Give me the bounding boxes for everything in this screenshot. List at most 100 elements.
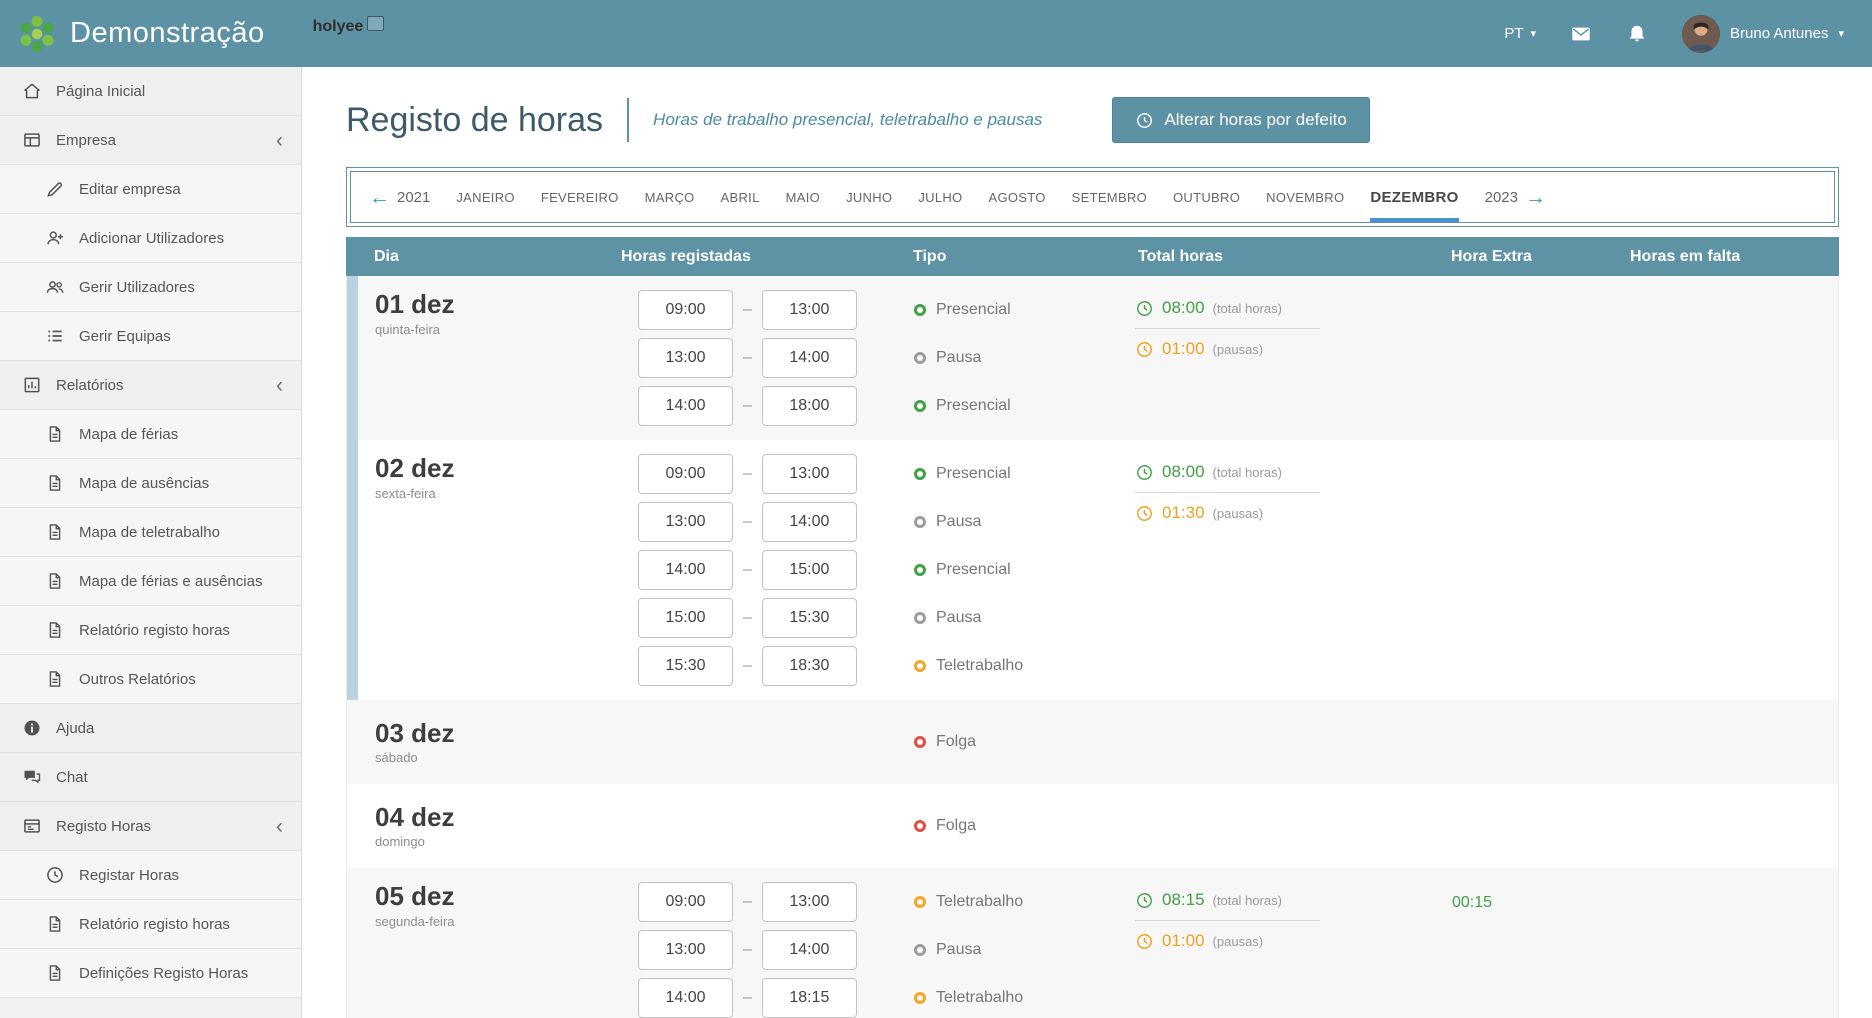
end-time-input[interactable]: [762, 646, 857, 686]
month-tab-dezembro[interactable]: DEZEMBRO: [1370, 172, 1458, 222]
sidebar-item-relatorio-registo-horas[interactable]: Relatório registo horas: [0, 606, 301, 655]
end-time-input[interactable]: [762, 386, 857, 426]
sidebar-item-chat[interactable]: Chat: [0, 753, 301, 802]
sidebar-item-mapa-de-teletrabalho[interactable]: Mapa de teletrabalho: [0, 508, 301, 557]
home-icon: [22, 81, 42, 101]
overtime-cell: 00:15: [1422, 882, 1627, 1018]
sidebar-item-relatorio-registo-horas[interactable]: Relatório registo horas: [0, 900, 301, 949]
main-content: Registo de horas Horas de trabalho prese…: [302, 67, 1872, 1018]
sidebar-item-ajuda[interactable]: Ajuda: [0, 704, 301, 753]
clock-icon: [1135, 891, 1154, 910]
sidebar-item-label: Definições Registo Horas: [79, 965, 248, 982]
sidebar-item-mapa-de-ferias-e-ausencias[interactable]: Mapa de férias e ausências: [0, 557, 301, 606]
month-tab-junho[interactable]: JUNHO: [846, 172, 892, 222]
title-divider: [627, 98, 629, 142]
brand-name: Demonstração: [70, 17, 265, 50]
start-time-input[interactable]: [638, 930, 733, 970]
sidebar-item-label: Mapa de férias e ausências: [79, 573, 262, 590]
start-time-input[interactable]: [638, 598, 733, 638]
language-selector[interactable]: PT ▾: [1504, 25, 1536, 42]
pause-hours: 01:00(pausas): [1135, 931, 1422, 951]
sidebar-item-mapa-de-ausencias[interactable]: Mapa de ausências: [0, 459, 301, 508]
start-time-input[interactable]: [638, 978, 733, 1018]
sidebar-item-relatorios[interactable]: Relatórios‹: [0, 361, 301, 410]
avatar: [1682, 15, 1720, 53]
total-hours-cell: 08:00(total horas)01:30(pausas): [1135, 454, 1422, 686]
sidebar-item-editar-empresa[interactable]: Editar empresa: [0, 165, 301, 214]
end-time-input[interactable]: [762, 598, 857, 638]
sidebar-item-registo-horas[interactable]: Registo Horas‹: [0, 802, 301, 851]
total-separator: [1135, 920, 1320, 921]
sidebar-item-definicoes-registo-horas[interactable]: Definições Registo Horas: [0, 949, 301, 998]
time-entry: –: [638, 502, 908, 542]
start-time-input[interactable]: [638, 290, 733, 330]
type-status-icon: [914, 944, 926, 956]
end-time-input[interactable]: [762, 454, 857, 494]
timesheet-row-04-dez: 04 dezdomingoFolga: [347, 784, 1838, 868]
sidebar-item-empresa[interactable]: Empresa‹: [0, 116, 301, 165]
month-tab-janeiro[interactable]: JANEIRO: [456, 172, 514, 222]
missing-hours-cell: [1627, 882, 1838, 1018]
missing-hours-cell: [1627, 290, 1838, 426]
bell-icon[interactable]: [1626, 23, 1648, 45]
prev-year-link[interactable]: ← 2021: [369, 172, 430, 222]
start-time-input[interactable]: [638, 386, 733, 426]
timesheet-row-01-dez: 01 dezquinta-feira–––PresencialPausaPres…: [347, 276, 1838, 440]
month-tab-novembro[interactable]: NOVEMBRO: [1266, 172, 1344, 222]
total-hours-label: (total horas): [1213, 893, 1282, 908]
weekday-label: sexta-feira: [375, 486, 622, 501]
sidebar-item-mapa-de-ferias[interactable]: Mapa de férias: [0, 410, 301, 459]
header-actions: PT ▾ Bruno Antunes ▾: [1504, 15, 1872, 53]
start-time-input[interactable]: [638, 338, 733, 378]
start-time-input[interactable]: [638, 882, 733, 922]
pause-hours-value: 01:00: [1162, 339, 1205, 359]
end-time-input[interactable]: [762, 550, 857, 590]
end-time-input[interactable]: [762, 978, 857, 1018]
month-tab-maio[interactable]: MAIO: [786, 172, 820, 222]
mail-icon[interactable]: [1570, 23, 1592, 45]
document-icon: [45, 963, 65, 983]
start-time-input[interactable]: [638, 646, 733, 686]
arrow-right-icon: →: [1525, 187, 1546, 208]
month-tab-marco[interactable]: MARÇO: [645, 172, 695, 222]
sidebar-item-gerir-utilizadores[interactable]: Gerir Utilizadores: [0, 263, 301, 312]
user-menu[interactable]: Bruno Antunes ▾: [1682, 15, 1844, 53]
weekday-label: segunda-feira: [375, 914, 622, 929]
app-screen: Demonstração holyee PT ▾ Bruno Antunes: [0, 0, 1872, 1018]
chevron-down-icon: ▾: [1838, 27, 1844, 40]
type-status-icon: [914, 400, 926, 412]
entry-type: Teletrabalho: [914, 882, 1135, 922]
start-time-input[interactable]: [638, 550, 733, 590]
month-tab-agosto[interactable]: AGOSTO: [988, 172, 1045, 222]
end-time-input[interactable]: [762, 290, 857, 330]
sidebar-item-pagina-inicial[interactable]: Página Inicial: [0, 67, 301, 116]
type-status-icon: [914, 304, 926, 316]
month-tab-abril[interactable]: ABRIL: [721, 172, 760, 222]
total-hours-label: (total horas): [1213, 301, 1282, 316]
sidebar-item-outros-relatorios[interactable]: Outros Relatórios: [0, 655, 301, 704]
sidebar-item-adicionar-utilizadores[interactable]: Adicionar Utilizadores: [0, 214, 301, 263]
end-time-input[interactable]: [762, 502, 857, 542]
end-time-input[interactable]: [762, 882, 857, 922]
clock-icon: [45, 865, 65, 885]
total-separator: [1135, 328, 1320, 329]
clock-icon: [1135, 463, 1154, 482]
end-time-input[interactable]: [762, 338, 857, 378]
month-tab-setembro[interactable]: SETEMBRO: [1072, 172, 1147, 222]
sidebar-item-registar-horas[interactable]: Registar Horas: [0, 851, 301, 900]
month-tab-fevereiro[interactable]: FEVEREIRO: [541, 172, 619, 222]
month-tab-outubro[interactable]: OUTUBRO: [1173, 172, 1240, 222]
total-hours-value: 08:00: [1162, 462, 1205, 482]
month-tab-julho[interactable]: JULHO: [918, 172, 962, 222]
entry-type: Teletrabalho: [914, 646, 1135, 686]
start-time-input[interactable]: [638, 502, 733, 542]
start-time-input[interactable]: [638, 454, 733, 494]
entry-type: Presencial: [914, 550, 1135, 590]
sidebar-item-gerir-equipas[interactable]: Gerir Equipas: [0, 312, 301, 361]
change-default-hours-button[interactable]: Alterar horas por defeito: [1112, 97, 1369, 143]
next-year-link[interactable]: 2023 →: [1485, 172, 1546, 222]
entry-type: Folga: [914, 817, 1135, 835]
total-hours-cell: [1135, 822, 1422, 830]
end-time-input[interactable]: [762, 930, 857, 970]
time-range-dash: –: [743, 465, 752, 483]
